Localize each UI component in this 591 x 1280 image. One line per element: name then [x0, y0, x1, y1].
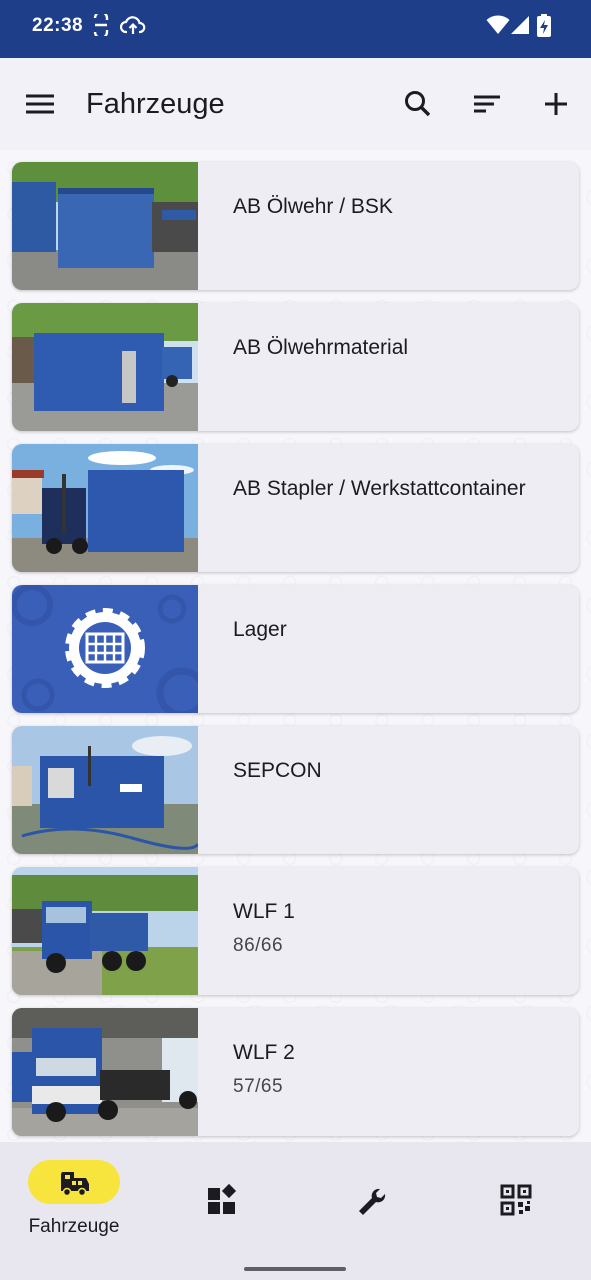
- gesture-handle[interactable]: [244, 1267, 346, 1271]
- add-button[interactable]: [532, 80, 580, 128]
- battery-icon: [537, 14, 551, 37]
- bottom-navigation: Fahrzeuge: [0, 1142, 591, 1280]
- sort-button[interactable]: [463, 80, 511, 128]
- search-icon: [405, 91, 431, 117]
- vehicle-photo: [12, 1008, 198, 1136]
- vehicle-subtitle: 86/66: [233, 935, 284, 956]
- vehicle-title: WLF 1: [233, 900, 295, 923]
- nav-label: Fahrzeuge: [28, 1216, 120, 1237]
- vehicle-card-ab-oelwehrmaterial[interactable]: AB Ölwehrmaterial: [12, 303, 579, 431]
- wifi-icon: [486, 15, 510, 34]
- status-time: 22:38: [32, 15, 84, 36]
- vehicle-card-wlf-2[interactable]: WLF 2 57/65: [12, 1008, 579, 1136]
- vehicle-photo: [12, 867, 198, 995]
- vehicle-photo: [12, 162, 198, 290]
- menu-icon: [26, 94, 54, 114]
- vehicle-card-wlf-1[interactable]: WLF 1 86/66: [12, 867, 579, 995]
- status-bar: 22:38: [0, 0, 591, 58]
- sort-icon: [474, 95, 500, 113]
- storage-placeholder-image: [12, 585, 198, 713]
- nav-item-qr-scanner[interactable]: [442, 1142, 590, 1252]
- nav-item-widgets[interactable]: [148, 1142, 296, 1252]
- menu-button[interactable]: [16, 80, 64, 128]
- vehicle-card-ab-oelwehr-bsk[interactable]: AB Ölwehr / BSK: [12, 162, 579, 290]
- truck-icon: [61, 1172, 89, 1197]
- vehicle-card-sepcon[interactable]: SEPCON: [12, 726, 579, 854]
- signal-icon: [511, 16, 529, 34]
- wrench-icon: [359, 1188, 386, 1215]
- widgets-icon: [208, 1183, 237, 1214]
- vehicle-title: AB Ölwehrmaterial: [233, 336, 409, 359]
- app-bar: Fahrzeuge: [0, 58, 591, 150]
- qr-code-icon: [500, 1184, 532, 1216]
- search-button[interactable]: [394, 80, 442, 128]
- vehicle-list[interactable]: AB Ölwehr / BSK AB Ölwehrmaterial AB Sta…: [0, 150, 591, 1142]
- nav-item-maintenance[interactable]: [296, 1142, 444, 1252]
- vehicle-title: SEPCON: [233, 759, 322, 782]
- nav-item-fahrzeuge[interactable]: Fahrzeuge: [0, 1142, 148, 1252]
- vehicle-title: AB Ölwehr / BSK: [233, 195, 393, 218]
- sim-icon: [93, 14, 109, 36]
- vehicle-photo: [12, 726, 198, 854]
- vehicle-title: WLF 2: [233, 1041, 295, 1064]
- vehicle-photo: [12, 303, 198, 431]
- add-icon: [545, 93, 567, 115]
- vehicle-title: Lager: [233, 618, 287, 641]
- page-title: Fahrzeuge: [86, 88, 225, 120]
- vehicle-photo: [12, 444, 198, 572]
- cloud-upload-icon: [120, 16, 146, 34]
- vehicle-card-lager[interactable]: Lager: [12, 585, 579, 713]
- vehicle-card-ab-stapler-werkstattcontainer[interactable]: AB Stapler / Werkstattcontainer: [12, 444, 579, 572]
- vehicle-title: AB Stapler / Werkstattcontainer: [233, 477, 526, 500]
- vehicle-subtitle: 57/65: [233, 1076, 284, 1097]
